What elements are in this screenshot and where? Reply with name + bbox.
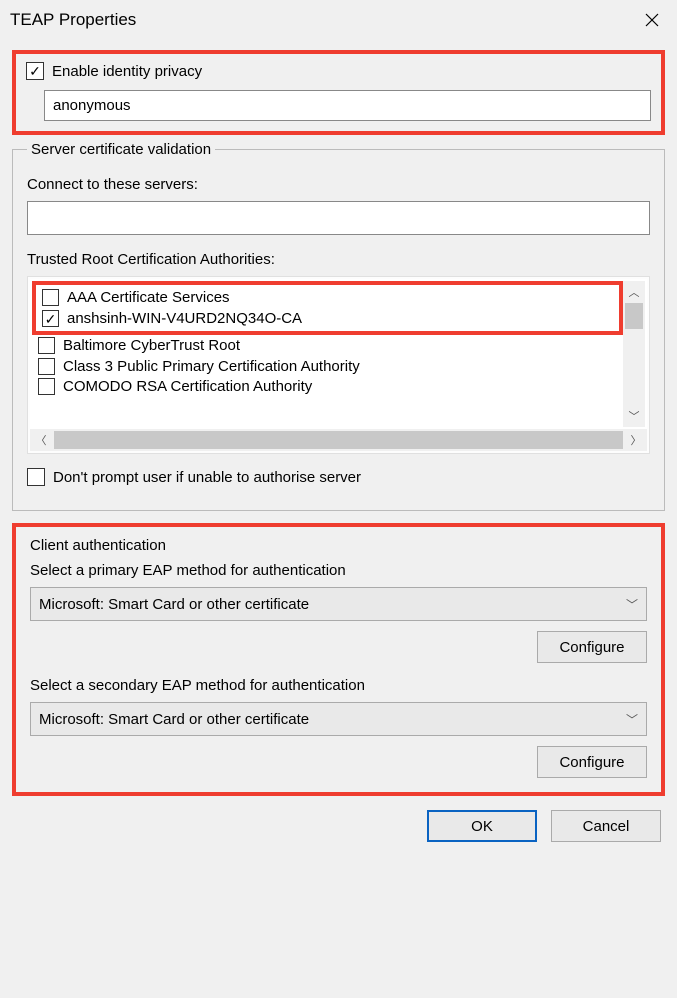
client-auth-legend: Client authentication	[30, 537, 647, 554]
dont-prompt-checkbox[interactable]	[27, 468, 45, 486]
ca-checkbox[interactable]	[42, 310, 59, 327]
cancel-label: Cancel	[583, 818, 630, 835]
configure-label: Configure	[559, 639, 624, 656]
identity-privacy-input[interactable]	[44, 90, 651, 121]
scroll-right-icon[interactable]: 〉	[625, 429, 647, 451]
horizontal-scrollbar[interactable]: 〈 〉	[30, 429, 647, 451]
list-item[interactable]: Baltimore CyberTrust Root	[34, 335, 621, 356]
primary-eap-value: Microsoft: Smart Card or other certifica…	[39, 596, 309, 613]
primary-eap-dropdown[interactable]: Microsoft: Smart Card or other certifica…	[30, 587, 647, 621]
cancel-button[interactable]: Cancel	[551, 810, 661, 842]
window-title: TEAP Properties	[10, 10, 136, 30]
ca-label: anshsinh-WIN-V4URD2NQ34O-CA	[67, 310, 302, 327]
list-item[interactable]: anshsinh-WIN-V4URD2NQ34O-CA	[38, 308, 617, 329]
configure-label: Configure	[559, 754, 624, 771]
secondary-eap-dropdown[interactable]: Microsoft: Smart Card or other certifica…	[30, 702, 647, 736]
titlebar: TEAP Properties	[0, 0, 677, 40]
trusted-root-ca-list-inner: AAA Certificate Services anshsinh-WIN-V4…	[34, 283, 621, 395]
dont-prompt-label: Don't prompt user if unable to authorise…	[53, 469, 361, 486]
server-cert-validation-group: Server certificate validation Connect to…	[12, 141, 665, 511]
trusted-root-ca-listbox-wrap: AAA Certificate Services anshsinh-WIN-V4…	[27, 276, 650, 454]
enable-identity-privacy-checkbox[interactable]	[26, 62, 44, 80]
primary-configure-button[interactable]: Configure	[537, 631, 647, 663]
ca-label: Class 3 Public Primary Certification Aut…	[63, 358, 360, 375]
ca-label: AAA Certificate Services	[67, 289, 230, 306]
connect-servers-input[interactable]	[27, 201, 650, 235]
ca-checkbox[interactable]	[38, 358, 55, 375]
close-icon	[645, 13, 659, 27]
list-item[interactable]: COMODO RSA Certification Authority	[34, 377, 621, 395]
primary-eap-label: Select a primary EAP method for authenti…	[30, 562, 647, 579]
list-item[interactable]: Class 3 Public Primary Certification Aut…	[34, 356, 621, 377]
trusted-root-ca-label: Trusted Root Certification Authorities:	[27, 251, 650, 268]
hscroll-thumb[interactable]	[54, 431, 623, 449]
ok-label: OK	[471, 818, 493, 835]
ok-button[interactable]: OK	[427, 810, 537, 842]
connect-servers-label: Connect to these servers:	[27, 176, 650, 193]
ca-checkbox[interactable]	[38, 337, 55, 354]
scroll-down-icon[interactable]: ﹀	[623, 405, 645, 427]
identity-privacy-section: Enable identity privacy	[12, 50, 665, 135]
chevron-down-icon: ﹀	[626, 711, 638, 728]
vertical-scrollbar[interactable]: ︿ ﹀	[623, 281, 645, 427]
chevron-down-icon: ﹀	[626, 596, 638, 613]
ca-highlight-box: AAA Certificate Services anshsinh-WIN-V4…	[32, 281, 623, 335]
trusted-root-ca-listbox[interactable]: AAA Certificate Services anshsinh-WIN-V4…	[30, 279, 647, 429]
close-button[interactable]	[627, 0, 677, 40]
scroll-up-icon[interactable]: ︿	[623, 281, 645, 303]
ca-label: Baltimore CyberTrust Root	[63, 337, 240, 354]
enable-identity-privacy-row: Enable identity privacy	[26, 62, 651, 80]
dialog-footer: OK Cancel	[12, 810, 665, 842]
enable-identity-privacy-label: Enable identity privacy	[52, 63, 202, 80]
client-authentication-section: Client authentication Select a primary E…	[12, 523, 665, 796]
dont-prompt-row: Don't prompt user if unable to authorise…	[27, 468, 650, 486]
list-item[interactable]: AAA Certificate Services	[38, 287, 617, 308]
ca-label: COMODO RSA Certification Authority	[63, 378, 312, 395]
scroll-left-icon[interactable]: 〈	[30, 429, 52, 451]
identity-value-row	[26, 90, 651, 121]
ca-checkbox[interactable]	[42, 289, 59, 306]
secondary-configure-button[interactable]: Configure	[537, 746, 647, 778]
dialog-content: Enable identity privacy Server certifica…	[0, 40, 677, 854]
server-cert-validation-legend: Server certificate validation	[27, 141, 215, 158]
scroll-thumb[interactable]	[625, 303, 643, 329]
secondary-eap-label: Select a secondary EAP method for authen…	[30, 677, 647, 694]
secondary-eap-value: Microsoft: Smart Card or other certifica…	[39, 711, 309, 728]
ca-checkbox[interactable]	[38, 378, 55, 395]
dialog-window: TEAP Properties Enable identity privacy …	[0, 0, 677, 854]
